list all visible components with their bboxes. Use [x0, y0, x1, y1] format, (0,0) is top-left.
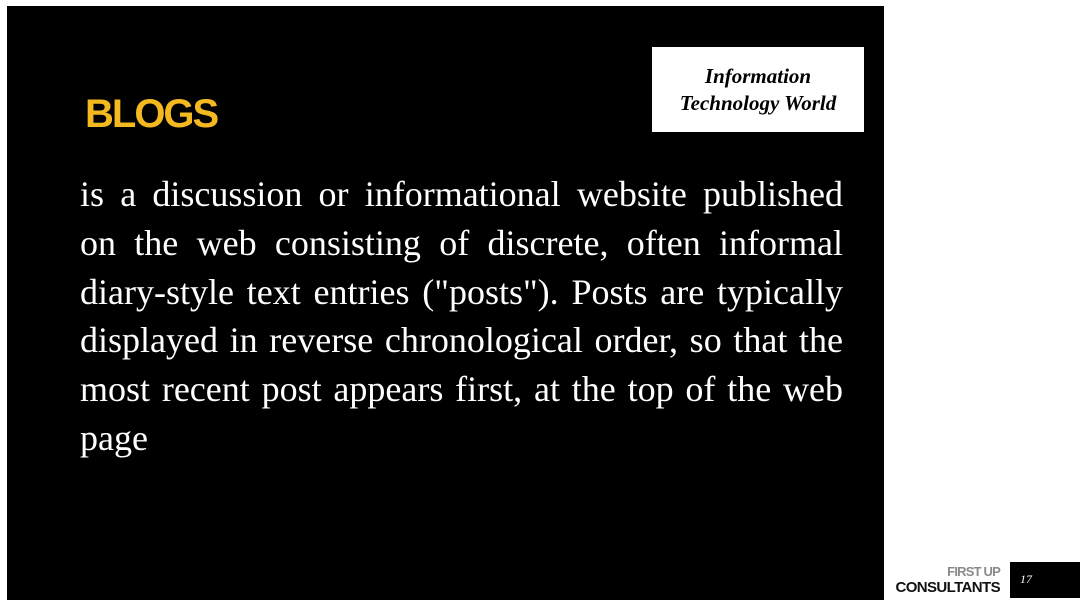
brand-line-1: Information [704, 63, 812, 88]
footer-logo: FIRST UP CONSULTANTS [886, 563, 1000, 597]
page-number: 17 [1020, 572, 1032, 586]
slide-panel: BLOGS Information Technology World is a … [7, 6, 884, 600]
page-number-box: 17 [1010, 562, 1080, 598]
body-text: is a discussion or informational website… [80, 174, 843, 458]
brand-line-2: Technology World [679, 90, 837, 115]
logo-top-text: FIRST UP [947, 564, 1001, 579]
slide-title: BLOGS [85, 92, 219, 136]
logo-bottom-text: CONSULTANTS [895, 579, 1000, 596]
brand-box: Information Technology World [652, 47, 864, 132]
